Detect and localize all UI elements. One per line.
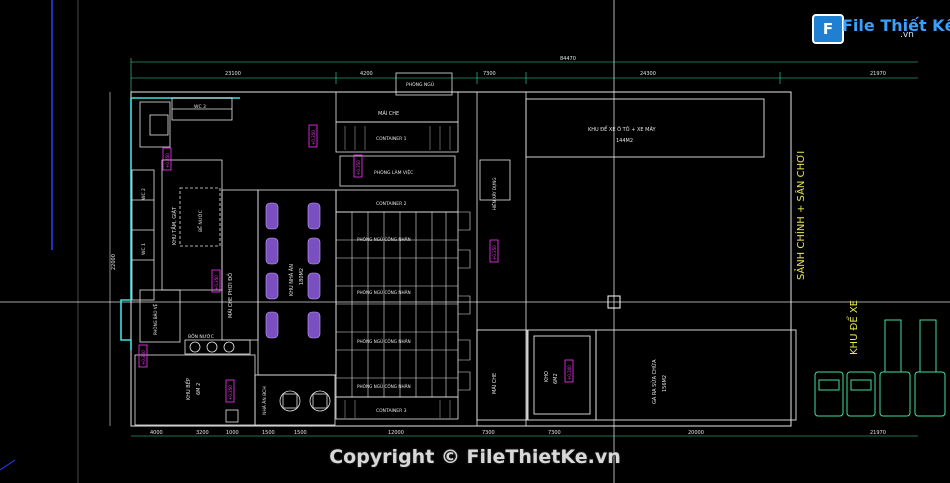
dim-bottom-4: 1500 — [262, 430, 275, 436]
dim-bottom-6: 12000 — [388, 430, 404, 436]
phong-ngu-top-label: PHÒNG NGỦ — [406, 80, 434, 88]
dimension-top — [130, 58, 918, 100]
level-tag-2: +0.350 — [356, 160, 361, 175]
wc2-label: WC 2 — [141, 188, 147, 200]
mai-che-top-label: MÁI CHE — [378, 110, 399, 117]
cad-floor-plan: 84470 23100 4200 7300 24300 21970 22000 … — [0, 0, 950, 483]
khu-tam-giat-zone — [161, 159, 223, 291]
copyright-watermark: Copyright © FileThietKe.vn — [329, 446, 621, 468]
level-tag-3: +0.350 — [165, 153, 170, 168]
right-walkway — [476, 92, 527, 426]
level-tag-4: +0.350 — [214, 275, 219, 290]
wc1-label: WC 1 — [141, 243, 147, 255]
khu-nha-an-area: 180M2 — [299, 268, 305, 285]
dim-bottom-3: 1000 — [226, 430, 239, 436]
level-tag-1: +0.350 — [311, 130, 316, 145]
dim-total-top: 84470 — [560, 56, 576, 62]
dorm-label-4: PHÒNG NGỦ CÔNG NHÂN — [357, 384, 411, 389]
dim-bottom-2: 3200 — [196, 430, 209, 436]
dim-bottom-1: 4000 — [150, 430, 163, 436]
sanh-chinh-label: SẢNH CHÍNH + SÂN CHƠI — [793, 151, 807, 280]
phong-lam-viec-label: PHÒNG LÀM VIỆC — [374, 168, 413, 176]
be-nuoc-label: BỂ NƯỚC — [196, 210, 204, 232]
ga-ra-label: GA RA SỬA CHỮA — [650, 359, 658, 404]
dim-bottom-9: 20000 — [688, 430, 704, 436]
logo-f-icon: F — [812, 14, 844, 44]
dim-top-4: 24300 — [640, 71, 656, 77]
khu-de-xe-label: KHU ĐỂ XE — [846, 300, 860, 355]
level-tag-8: +0.300 — [567, 365, 572, 380]
nha-an-bch-label: NHÀ ĂN BCH — [261, 386, 268, 415]
dim-top-3: 7300 — [483, 71, 496, 77]
wc-block — [139, 97, 233, 148]
khu-tam-giat-label: KHU TẮM, GIẶT — [170, 206, 178, 245]
kho-area: 6M2 — [553, 373, 559, 384]
dim-top-5: 21970 — [870, 71, 886, 77]
site-boundary — [130, 91, 792, 427]
mai-che-right-label: MÁI CHE — [491, 373, 498, 394]
container-1-label: CONTAINER 1 — [376, 136, 407, 142]
dorm-label-2: PHÒNG NGỦ CÔNG NHÂN — [357, 290, 411, 295]
khu-bep-area: 6M 2 — [196, 383, 202, 395]
dim-bottom-7: 7300 — [482, 430, 495, 436]
level-tag-6: +0.350 — [228, 385, 233, 400]
logo-text: File Thiết Kế — [842, 16, 950, 35]
dim-top-1: 23100 — [225, 71, 241, 77]
dim-bottom-8: 7300 — [548, 430, 561, 436]
dorm-label-3: PHÒNG NGỦ CÔNG NHÂN — [357, 339, 411, 344]
level-tag-7: +0.350 — [492, 245, 497, 260]
axis-left-dim: 22000 — [111, 254, 117, 270]
khu-nha-an-label: KHU NHÀ ĂN — [288, 264, 295, 296]
logo-suffix: .vn — [900, 30, 914, 40]
site-logo: F File Thiết Kế .vn — [812, 12, 950, 44]
container-3-label: CONTAINER 3 — [376, 408, 407, 414]
level-tag-5: +0.350 — [141, 350, 146, 365]
dormitory-block — [335, 72, 459, 420]
dim-top-2: 4200 — [360, 71, 373, 77]
mai-che-phoi-do-label: MÁI CHE PHƠI ĐỒ — [225, 273, 234, 318]
hien-xay-dung-label: HIÊN XÂY DỰNG — [492, 178, 497, 210]
dorm-stairs — [458, 211, 471, 391]
khu-bep-label: KHU BẾP — [184, 378, 192, 400]
dim-bottom-5: 1500 — [294, 430, 307, 436]
kho-label: KHO — [544, 371, 550, 382]
container-2-label: CONTAINER 2 — [376, 201, 407, 207]
khu-bep-zone — [134, 354, 256, 426]
ga-ra-area: 156M2 — [662, 375, 668, 392]
vehicles — [814, 319, 946, 417]
wc3-label: WC 3 — [194, 104, 206, 110]
parking-cars-area: 144M2 — [616, 138, 633, 144]
lower-right-buildings — [476, 329, 797, 421]
parking-cars-label: KHU ĐỂ XE Ô TÔ + XE MÁY — [588, 125, 656, 133]
dorm-label-1: PHÒNG NGỦ CÔNG NHÂN — [357, 237, 411, 242]
bon-nuoc-label: BỒN NƯỚC — [188, 331, 214, 340]
phong-bao-ve-label: PHÒNG BẢO VỆ — [153, 303, 158, 335]
dim-bottom-10: 21970 — [870, 430, 886, 436]
